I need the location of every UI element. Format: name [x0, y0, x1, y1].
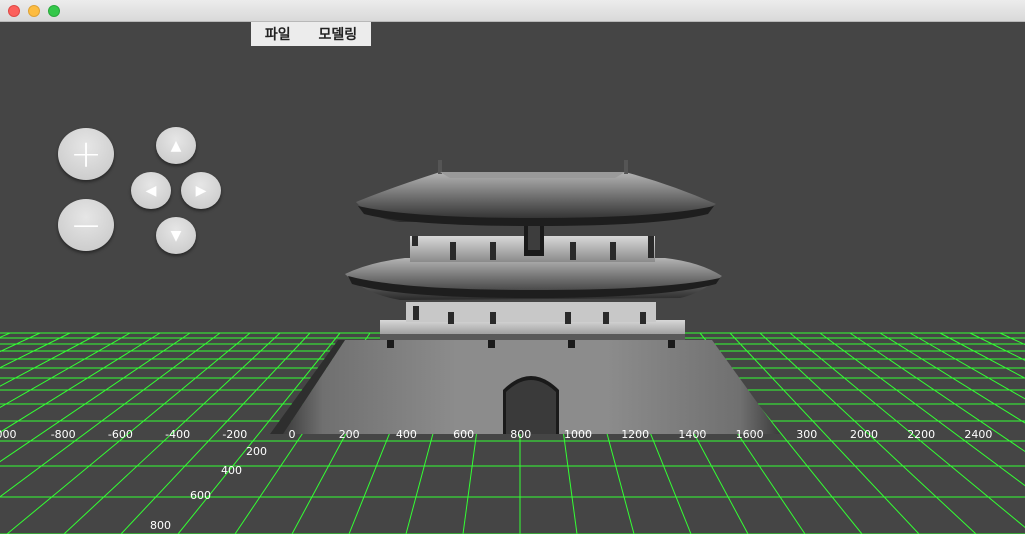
x-axis-tick-label: 800 — [510, 428, 532, 441]
x-axis-tick-label: -200 — [222, 428, 248, 441]
x-axis-tick-label: 2000 — [850, 428, 878, 441]
viewport-canvas — [0, 160, 1025, 534]
arrow-up-icon: ▲ — [170, 137, 182, 154]
menu-file[interactable]: 파일 — [261, 24, 295, 44]
grid-line — [999, 332, 1025, 346]
pan-up-button[interactable]: ▲ — [156, 127, 196, 164]
x-axis-tick-label: 400 — [395, 428, 417, 441]
arrow-left-icon: ◀ — [145, 182, 157, 199]
depth-axis-tick-label: 800 — [150, 519, 171, 532]
menu-modeling[interactable]: 모델링 — [314, 24, 361, 44]
depth-axis-tick-label: 600 — [190, 489, 211, 502]
depth-axis-tick-label: 200 — [246, 445, 267, 458]
pan-left-button[interactable]: ◀ — [131, 172, 171, 209]
menu-bar: 파일 모델링 — [251, 22, 371, 46]
pan-right-button[interactable]: ▶ — [181, 172, 221, 209]
x-axis-tick-label: 1000 — [564, 428, 592, 441]
x-axis-tick-label: -400 — [165, 428, 191, 441]
minimize-window-button[interactable] — [28, 5, 40, 17]
zoom-in-button[interactable]: + — [58, 128, 114, 180]
grid-line — [0, 332, 191, 463]
title-bar — [0, 0, 1025, 22]
x-axis-tick-label: -600 — [107, 428, 133, 441]
grid-line — [0, 332, 161, 433]
x-axis-tick-label: 2400 — [964, 428, 993, 441]
x-axis-tick-label: 000 — [0, 428, 17, 441]
x-axis-tick-label: 1600 — [735, 428, 764, 441]
gate-model — [270, 160, 780, 434]
x-axis-tick-label: 200 — [338, 428, 360, 441]
x-axis-tick-label: 1400 — [678, 428, 707, 441]
3d-viewport[interactable] — [0, 22, 1025, 534]
close-window-button[interactable] — [8, 5, 20, 17]
x-axis-tick-label: 0 — [288, 428, 296, 441]
plus-icon: + — [70, 132, 102, 176]
zoom-out-button[interactable]: − — [58, 199, 114, 251]
pan-down-button[interactable]: ▼ — [156, 217, 196, 254]
arrow-right-icon: ▶ — [195, 182, 207, 199]
x-axis-tick-label: 300 — [796, 428, 818, 441]
x-axis-tick-label: -800 — [50, 428, 76, 441]
x-axis-tick-label: 1200 — [621, 428, 650, 441]
x-axis-tick-label: 600 — [453, 428, 475, 441]
grid-line — [879, 332, 1025, 424]
maximize-window-button[interactable] — [48, 5, 60, 17]
x-axis-tick-label: 2200 — [907, 428, 936, 441]
depth-axis-tick-label: 400 — [221, 464, 242, 477]
arrow-down-icon: ▼ — [170, 227, 182, 244]
minus-icon: − — [70, 203, 102, 247]
